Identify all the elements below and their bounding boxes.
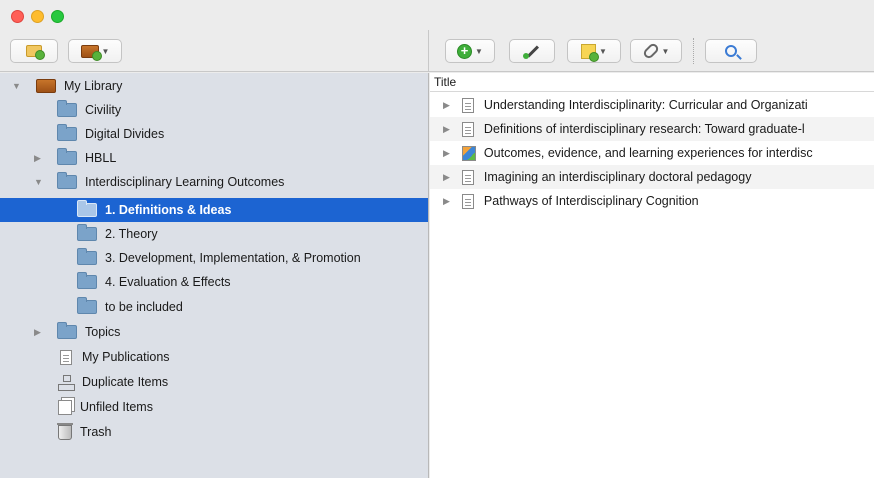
sidebar-item-topics[interactable]: ▶ Topics — [0, 320, 428, 344]
sidebar-item-label: My Library — [64, 79, 123, 93]
new-collection-button[interactable] — [10, 39, 58, 63]
sidebar-item-civility[interactable]: Civility — [0, 98, 428, 122]
folder-icon — [77, 248, 97, 265]
sidebar-item-label: HBLL — [85, 151, 117, 165]
folder-icon — [77, 297, 97, 314]
attachment-icon — [641, 41, 660, 61]
item-title: Definitions of interdisciplinary researc… — [483, 122, 805, 136]
sidebar-item-unfiled-items[interactable]: Unfiled Items — [0, 395, 428, 419]
document-icon — [461, 97, 474, 113]
title-bar — [0, 0, 874, 30]
folder-icon — [77, 200, 97, 217]
minimize-window-button[interactable] — [31, 10, 44, 23]
new-library-icon — [80, 44, 102, 61]
document-icon — [60, 349, 72, 365]
sidebar-item-label: 4. Evaluation & Effects — [105, 275, 231, 289]
sidebar-item-label: to be included — [105, 300, 183, 314]
chevron-down-icon: ▼ — [661, 46, 670, 56]
chevron-down-icon: ▼ — [475, 46, 483, 56]
sidebar-item-label: Unfiled Items — [80, 400, 153, 414]
sidebar-item-definitions-ideas[interactable]: 1. Definitions & Ideas — [0, 198, 428, 222]
folder-icon — [57, 124, 77, 141]
new-item-button[interactable]: + ▼ — [445, 39, 495, 63]
disclosure-collapsed-icon[interactable]: ▶ — [34, 327, 41, 338]
new-collection-icon — [26, 45, 45, 60]
new-note-button[interactable]: ▼ — [567, 39, 621, 63]
sidebar-item-my-publications[interactable]: My Publications — [0, 345, 428, 369]
document-icon — [461, 169, 474, 185]
sidebar-item-label: Duplicate Items — [82, 375, 169, 389]
disclosure-collapsed-icon[interactable]: ▶ — [443, 172, 450, 183]
sidebar-item-theory[interactable]: 2. Theory — [0, 222, 428, 246]
column-header-title[interactable]: Title — [430, 73, 874, 92]
items-toolbar: + ▼ ▼ ▼ — [429, 30, 874, 72]
add-by-identifier-icon — [523, 43, 541, 59]
sidebar-item-hbll[interactable]: ▶ HBLL — [0, 146, 428, 170]
folder-icon — [57, 172, 77, 189]
duplicate-icon — [58, 374, 75, 391]
sidebar-item-my-library[interactable]: ▼ My Library — [0, 74, 428, 98]
item-title: Understanding Interdisciplinarity: Curri… — [483, 98, 808, 112]
disclosure-expanded-icon[interactable]: ▼ — [12, 81, 21, 91]
item-row[interactable]: ▶ Imagining an interdisciplinary doctora… — [430, 165, 874, 189]
sidebar-item-duplicate-items[interactable]: Duplicate Items — [0, 370, 428, 394]
sidebar-item-label: Civility — [85, 103, 122, 117]
webpage-icon — [461, 145, 476, 161]
document-icon — [461, 121, 474, 137]
disclosure-collapsed-icon[interactable]: ▶ — [443, 100, 450, 111]
sidebar-item-label: Interdisciplinary Learning Outcomes — [85, 175, 285, 189]
item-title: Imagining an interdisciplinary doctoral … — [483, 170, 752, 184]
sidebar-item-label: 3. Development, Implementation, & Promot… — [105, 251, 361, 265]
new-item-icon: + — [457, 43, 473, 59]
item-row[interactable]: ▶ Understanding Interdisciplinarity: Cur… — [430, 93, 874, 117]
close-window-button[interactable] — [11, 10, 24, 23]
sidebar-item-development[interactable]: 3. Development, Implementation, & Promot… — [0, 246, 428, 270]
zoom-window-button[interactable] — [51, 10, 64, 23]
folder-icon — [77, 224, 97, 241]
sidebar-item-digital-divides[interactable]: Digital Divides — [0, 122, 428, 146]
sidebar-item-trash[interactable]: Trash — [0, 420, 428, 444]
item-row[interactable]: ▶ Definitions of interdisciplinary resea… — [430, 117, 874, 141]
sidebar-item-to-be-included[interactable]: to be included — [0, 295, 428, 319]
sidebar-item-interdisciplinary-learning-outcomes[interactable]: ▼ Interdisciplinary Learning Outcomes — [0, 170, 428, 194]
unfiled-icon — [58, 399, 72, 415]
folder-icon — [57, 322, 77, 339]
trash-icon — [57, 422, 73, 440]
app-window: ▼ + ▼ ▼ ▼ ▼ My Library Civility Digital … — [0, 0, 874, 478]
sidebar-item-label: 1. Definitions & Ideas — [105, 203, 232, 217]
disclosure-collapsed-icon[interactable]: ▶ — [443, 124, 450, 135]
folder-icon — [77, 272, 97, 289]
add-attachment-button[interactable]: ▼ — [630, 39, 682, 63]
document-icon — [461, 193, 474, 209]
disclosure-collapsed-icon[interactable]: ▶ — [443, 148, 450, 159]
toolbar-separator — [693, 38, 694, 64]
item-row[interactable]: ▶ Outcomes, evidence, and learning exper… — [430, 141, 874, 165]
sidebar-item-evaluation[interactable]: 4. Evaluation & Effects — [0, 270, 428, 294]
new-note-icon — [581, 43, 600, 62]
sidebar-item-label: 2. Theory — [105, 227, 158, 241]
item-title: Outcomes, evidence, and learning experie… — [483, 146, 813, 160]
add-by-identifier-button[interactable] — [509, 39, 555, 63]
search-button[interactable] — [705, 39, 757, 63]
folder-icon — [57, 100, 77, 117]
disclosure-collapsed-icon[interactable]: ▶ — [34, 153, 41, 164]
item-title: Pathways of Interdisciplinary Cognition — [483, 194, 699, 208]
sidebar-item-label: Topics — [85, 325, 121, 339]
folder-icon — [57, 148, 77, 165]
chevron-down-icon: ▼ — [101, 46, 110, 56]
sidebar-item-label: My Publications — [82, 350, 170, 364]
sidebar-item-label: Trash — [80, 425, 112, 439]
collections-toolbar: ▼ — [0, 30, 429, 72]
disclosure-expanded-icon[interactable]: ▼ — [34, 177, 43, 187]
items-pane: Title ▶ Understanding Interdisciplinarit… — [430, 73, 874, 478]
disclosure-collapsed-icon[interactable]: ▶ — [443, 196, 450, 207]
item-row[interactable]: ▶ Pathways of Interdisciplinary Cognitio… — [430, 189, 874, 213]
new-library-button[interactable]: ▼ — [68, 39, 122, 63]
library-icon — [36, 79, 56, 93]
collections-sidebar: ▼ My Library Civility Digital Divides ▶ … — [0, 73, 429, 478]
sidebar-item-label: Digital Divides — [85, 127, 165, 141]
chevron-down-icon: ▼ — [599, 46, 607, 56]
search-icon — [725, 45, 737, 57]
